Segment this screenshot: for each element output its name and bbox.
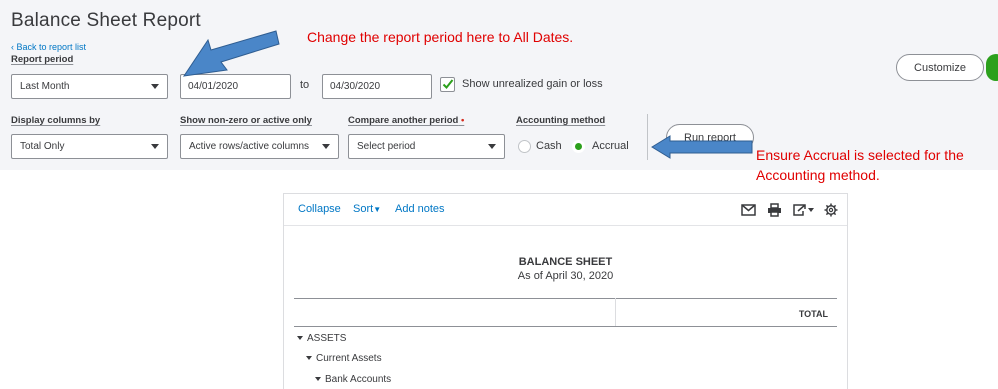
annotation-note-period: Change the report period here to All Dat… [307,29,574,45]
report-subtitle: As of April 30, 2020 [517,270,614,282]
nonzero-select[interactable]: Active rows/active columns [180,134,339,159]
display-columns-select[interactable]: Total Only [11,134,168,159]
chevron-down-icon [151,84,159,89]
report-toolbar: Collapse Sort▼ Add notes [284,194,847,226]
sort-caret-icon: ▼ [373,205,382,214]
divider [647,114,648,160]
annotation-arrow-2 [651,135,753,159]
collapse-caret-icon [297,336,303,341]
accrual-radio[interactable] [572,140,585,153]
unrealized-label: Show unrealized gain or loss [462,78,603,90]
chevron-down-icon [322,144,330,149]
save-customization-button[interactable] [986,54,998,81]
date-to-input[interactable]: 04/30/2020 [322,74,432,99]
add-notes-link[interactable]: Add notes [395,203,445,215]
annotation-arrow-1 [182,30,280,77]
to-label: to [300,79,310,91]
report-period-select[interactable]: Last Month [11,74,168,99]
email-icon[interactable] [741,204,756,216]
compare-period-label: Compare another period • [348,115,465,126]
export-icon[interactable] [792,203,814,217]
collapse-caret-icon [315,377,321,382]
chevron-down-icon [488,144,496,149]
report-title: BALANCE SHEET [518,256,613,268]
back-to-report-list-link[interactable]: ‹ Back to report list [11,42,86,52]
collapse-link[interactable]: Collapse [298,203,341,215]
sort-link[interactable]: Sort▼ [353,203,381,215]
settings-gear-icon[interactable] [824,203,838,217]
customize-button[interactable]: Customize [896,54,984,81]
header-bottom-rule [294,326,837,327]
collapse-caret-icon [306,356,312,361]
header-top-rule [294,298,837,299]
annotation-note-accrual-line2: Accounting method. [756,167,880,183]
row-assets[interactable]: ASSETS [297,333,346,344]
column-header-total: TOTAL [798,309,828,319]
print-icon[interactable] [767,203,782,217]
display-columns-label: Display columns by [11,115,101,126]
nonzero-label: Show non-zero or active only [180,115,312,126]
chevron-left-icon: ‹ [11,42,14,52]
unrealized-checkbox[interactable] [440,77,455,92]
report-card: Collapse Sort▼ Add notes BALANCE SHEET A… [283,193,848,389]
row-bank-accounts[interactable]: Bank Accounts [315,374,391,385]
cash-radio[interactable] [518,140,531,153]
page-title: Balance Sheet Report [11,10,201,31]
row-current-assets[interactable]: Current Assets [306,353,382,364]
annotation-note-accrual-line1: Ensure Accrual is selected for the [756,147,964,163]
checkmark-icon [442,79,454,89]
chevron-down-icon [151,144,159,149]
report-period-label: Report period [11,54,74,65]
cash-label: Cash [536,140,562,152]
compare-period-select[interactable]: Select period [348,134,505,159]
column-divider [615,298,616,326]
accounting-method-label: Accounting method [516,115,606,126]
accrual-label: Accrual [592,140,629,152]
